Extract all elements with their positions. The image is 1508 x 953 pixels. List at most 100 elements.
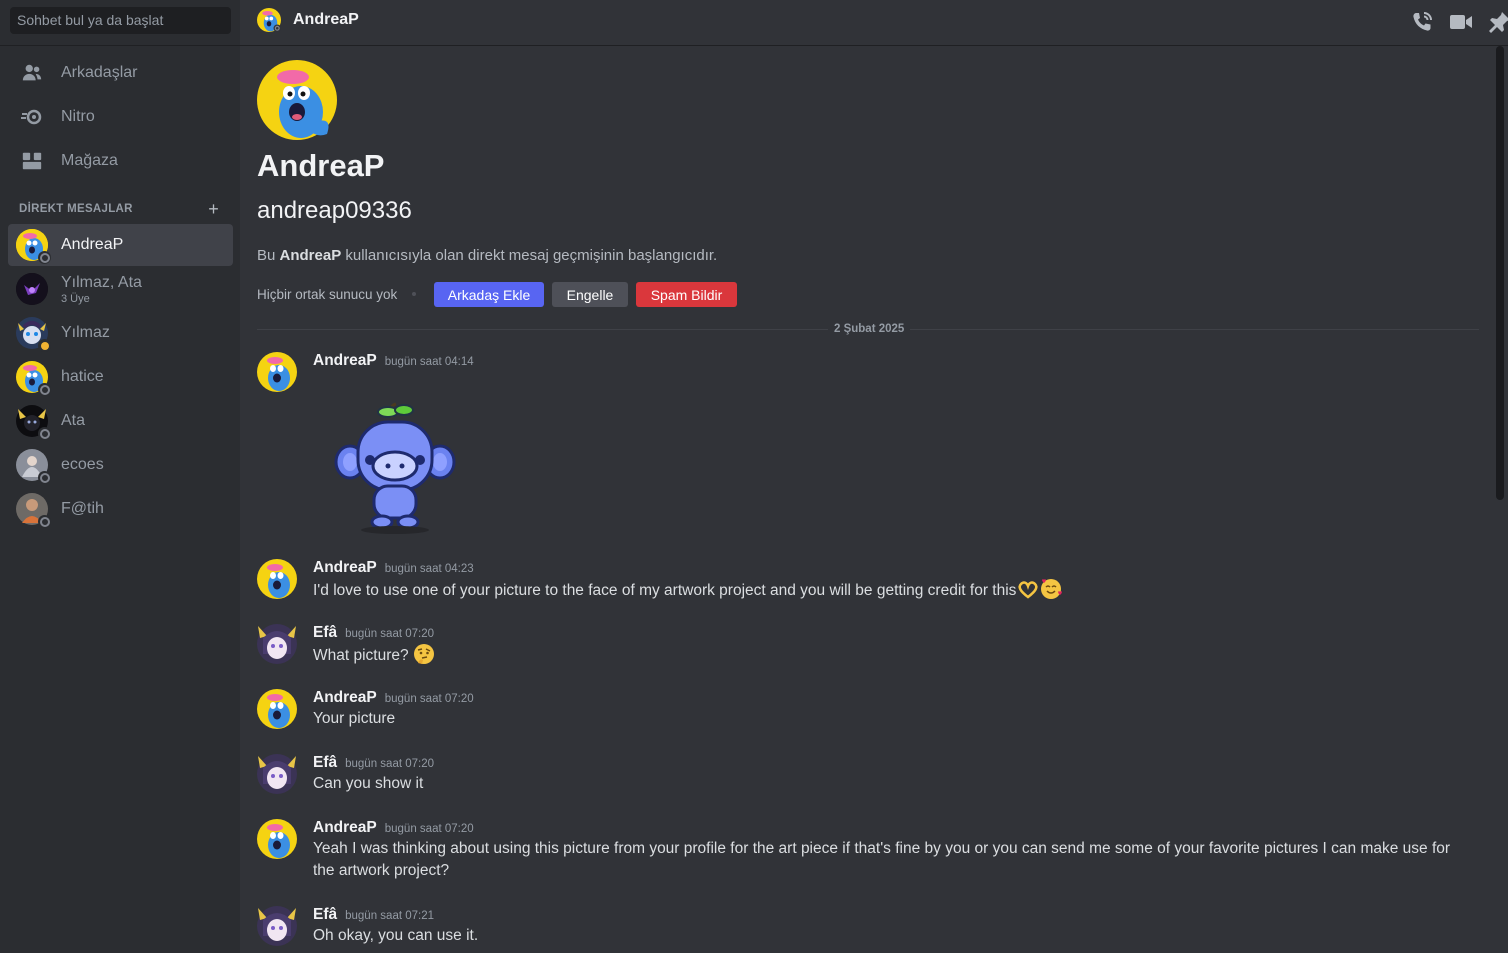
message-content: I'd love to use one of your picture to t… <box>313 578 1453 602</box>
message-timestamp: bugün saat 07:21 <box>345 910 435 922</box>
dm-name: AndreaP <box>61 236 124 253</box>
dm-member-count: 3 Üye <box>61 292 90 305</box>
message-text: Oh okay, you can use it. <box>313 927 479 944</box>
desc-name: AndreaP <box>279 247 342 264</box>
mutual-servers: Hiçbir ortak sunucu yok <box>257 287 398 302</box>
message-header: Efâ bugün saat 07:20 <box>313 624 434 642</box>
dm-item-ecoes[interactable]: ecoes <box>8 444 233 486</box>
avatar <box>16 317 51 352</box>
message-header: AndreaP bugün saat 04:23 <box>313 559 474 577</box>
avatar <box>16 493 51 528</box>
nav-shop[interactable]: Mağaza <box>8 140 233 182</box>
message-avatar[interactable] <box>257 559 297 599</box>
dm-name: Yılmaz <box>61 324 110 341</box>
avatar <box>16 229 51 264</box>
create-dm-button[interactable]: + <box>208 199 219 220</box>
offline-status-icon <box>38 515 51 528</box>
idle-status-icon <box>38 339 51 352</box>
dm-name: Ata <box>61 412 86 429</box>
nav-nitro[interactable]: Nitro <box>8 96 233 138</box>
message-avatar[interactable] <box>257 906 297 946</box>
message-text: Your picture <box>313 710 396 727</box>
message-header: AndreaP bugün saat 07:20 <box>313 819 474 837</box>
message-avatar[interactable] <box>257 819 297 859</box>
separator-dot <box>412 292 416 296</box>
header-avatar <box>257 8 281 32</box>
channel-header: AndreaP <box>240 0 1508 46</box>
message-author[interactable]: Efâ <box>313 754 337 772</box>
profile-username: andreap09336 <box>257 197 412 224</box>
dm-section-title: DİREKT MESAJLAR <box>19 203 133 215</box>
dm-name: Yılmaz, Ata <box>61 273 142 291</box>
message-timestamp: bugün saat 07:20 <box>384 693 474 705</box>
avatar <box>16 449 51 484</box>
desc-prefix: Bu <box>257 247 280 264</box>
voice-call-icon[interactable] <box>1410 10 1434 34</box>
dm-name: F@tih <box>61 500 104 517</box>
message-avatar[interactable] <box>257 689 297 729</box>
dm-text: Yılmaz, Ata 3 Üye <box>61 274 142 305</box>
block-button[interactable]: Engelle <box>552 282 628 307</box>
message-timestamp: bugün saat 04:14 <box>384 356 474 368</box>
message-timestamp: bugün saat 07:20 <box>345 628 435 640</box>
message-author[interactable]: AndreaP <box>313 689 377 707</box>
channel-title: AndreaP <box>293 11 359 28</box>
shop-icon <box>20 149 44 173</box>
offline-status-icon <box>38 383 51 396</box>
message-author[interactable]: AndreaP <box>313 559 377 577</box>
dm-name: ecoes <box>61 456 104 473</box>
message-author[interactable]: AndreaP <box>313 819 377 837</box>
dm-item-andreap[interactable]: AndreaP <box>8 224 233 266</box>
discord-app: Sohbet bul ya da başlat Arkadaşlar Nitro… <box>0 0 1508 953</box>
message-content: What picture? <box>313 643 1453 667</box>
message-avatar[interactable] <box>257 352 297 392</box>
report-spam-button[interactable]: Spam Bildir <box>636 282 737 307</box>
dm-section-header: DİREKT MESAJLAR + <box>19 199 225 219</box>
search-input[interactable]: Sohbet bul ya da başlat <box>10 7 231 34</box>
friends-icon <box>20 61 44 85</box>
dm-item-group[interactable]: Yılmaz, Ata 3 Üye <box>8 268 233 310</box>
nav-label: Mağaza <box>61 152 118 169</box>
message-avatar[interactable] <box>257 624 297 664</box>
message-avatar[interactable] <box>257 754 297 794</box>
message-header: AndreaP bugün saat 07:20 <box>313 689 474 707</box>
dm-item-ata[interactable]: Ata <box>8 400 233 442</box>
dm-name: hatice <box>61 368 104 385</box>
offline-status-icon <box>38 471 51 484</box>
nitro-icon <box>20 105 44 129</box>
message-author[interactable]: Efâ <box>313 624 337 642</box>
profile-avatar <box>257 60 337 140</box>
message-header: Efâ bugün saat 07:21 <box>313 906 434 924</box>
video-call-icon[interactable] <box>1449 10 1473 34</box>
message-text: Can you show it <box>313 775 424 792</box>
heart-hands-emoji-icon <box>1016 578 1040 600</box>
message-text: What picture? <box>313 647 409 664</box>
date-divider-label: 2 Şubat 2025 <box>828 323 911 335</box>
dm-sidebar: Sohbet bul ya da başlat Arkadaşlar Nitro… <box>0 0 240 953</box>
add-friend-button[interactable]: Arkadaş Ekle <box>434 282 544 307</box>
avatar <box>16 405 51 440</box>
dm-item-hatice[interactable]: hatice <box>8 356 233 398</box>
offline-status-icon <box>38 427 51 440</box>
pin-icon[interactable] <box>1488 10 1508 34</box>
dm-item-yilmaz[interactable]: Yılmaz <box>8 312 233 354</box>
wumpus-sticker[interactable] <box>330 400 460 535</box>
dm-item-fatih[interactable]: F@tih <box>8 488 233 530</box>
dm-start-description: Bu AndreaP kullanıcısıyla olan direkt me… <box>257 247 717 264</box>
message-author[interactable]: AndreaP <box>313 352 377 370</box>
message-text: I'd love to use one of your picture to t… <box>313 582 1017 599</box>
nav-friends[interactable]: Arkadaşlar <box>8 52 233 94</box>
avatar <box>16 361 51 396</box>
message-timestamp: bugün saat 07:20 <box>384 823 474 835</box>
avatar <box>16 273 48 305</box>
chat-scrollbar[interactable] <box>1496 46 1504 500</box>
message-header: AndreaP bugün saat 04:14 <box>313 352 474 370</box>
thinking-face-emoji-icon <box>413 643 435 665</box>
message-timestamp: bugün saat 07:20 <box>345 758 435 770</box>
message-author[interactable]: Efâ <box>313 906 337 924</box>
chat-area: AndreaP andreap09336 Bu AndreaP kullanıc… <box>240 46 1496 953</box>
offline-status-icon <box>38 251 51 264</box>
message-text: Yeah I was thinking about using this pic… <box>313 840 1451 879</box>
nav-label: Nitro <box>61 108 95 125</box>
smiling-hearts-emoji-icon <box>1040 578 1063 600</box>
